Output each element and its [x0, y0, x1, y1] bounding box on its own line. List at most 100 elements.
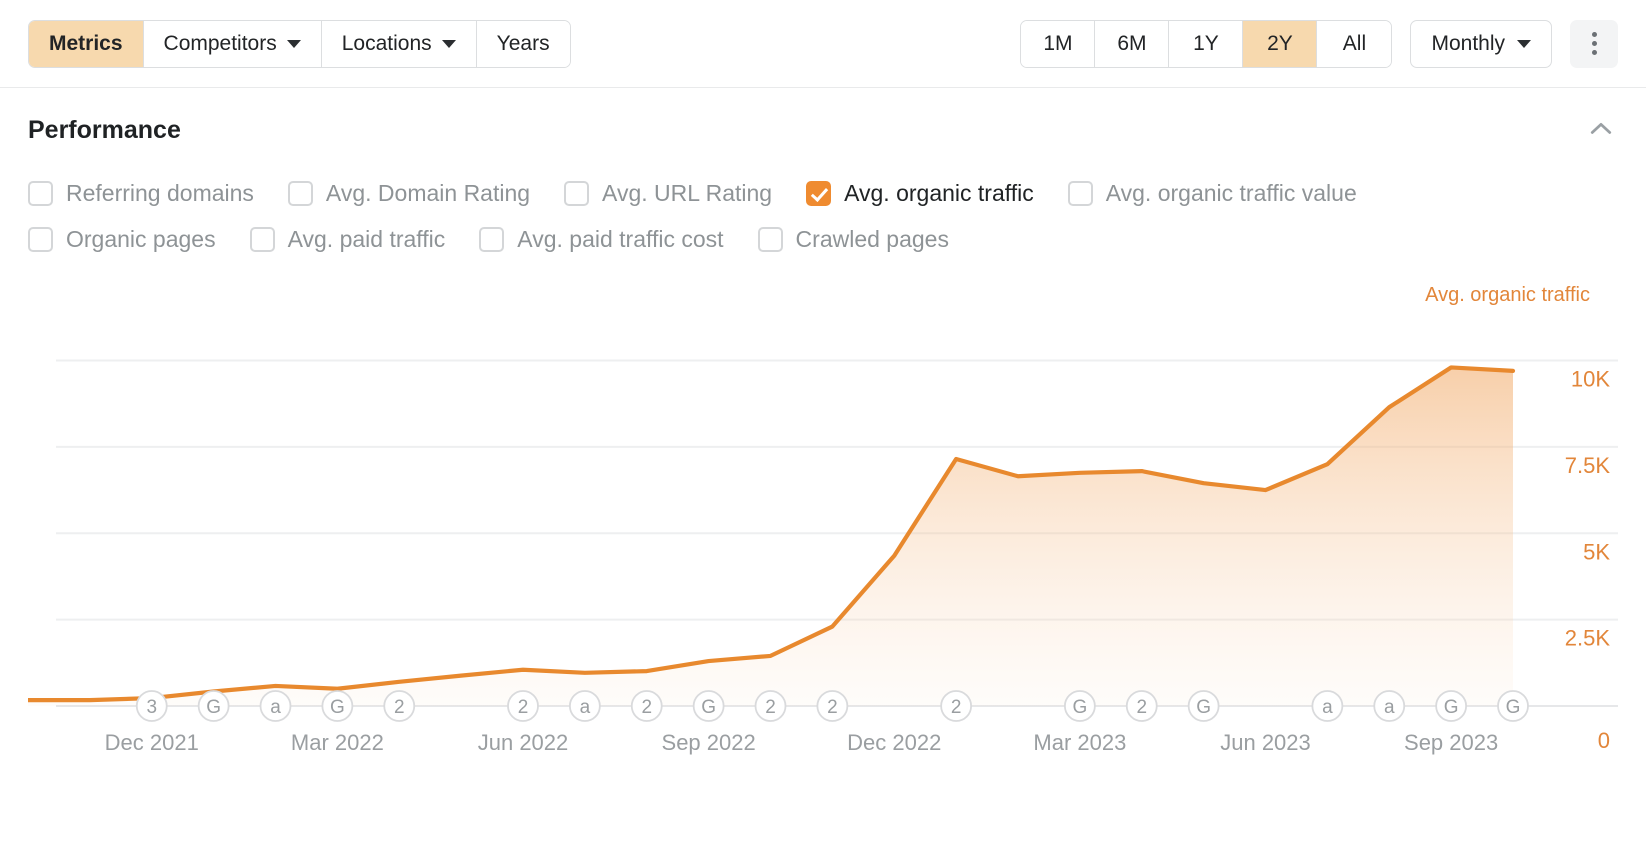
chart-event-marker[interactable]: a	[568, 690, 601, 722]
toolbar-right-controls: 1M 6M 1Y 2Y All Monthly	[1020, 19, 1618, 68]
metric-checkbox-label: Avg. paid traffic	[287, 225, 446, 252]
chart-event-marker-label: a	[580, 697, 591, 718]
more-options-button[interactable]	[1570, 19, 1618, 68]
checkbox-checked-icon[interactable]	[806, 180, 832, 206]
metric-checkbox-label: Avg. paid traffic cost	[517, 225, 724, 252]
chart-event-marker-label: 2	[641, 697, 652, 718]
tab-years[interactable]: Years	[476, 20, 570, 67]
checkbox-unchecked-icon[interactable]	[479, 226, 505, 252]
chart-event-marker[interactable]: a	[1373, 690, 1406, 722]
metric-checkbox-label: Crawled pages	[795, 225, 949, 252]
chart-canvas: 10K 7.5K 5K 2.5K 0 3 Ga G 2 2 a 2 G 2 2 2 G 2 Ga a G G Dec 202…	[28, 359, 1618, 755]
metric-checkbox-label: Referring domains	[66, 179, 254, 206]
metric-checkbox-avg-paid-traffic[interactable]: Avg. paid traffic	[249, 225, 446, 253]
chart-event-marker[interactable]: 2	[940, 690, 973, 722]
tab-label: Years	[496, 31, 550, 55]
chart-event-marker[interactable]: 2	[383, 690, 416, 722]
chart-event-marker-label: a	[270, 697, 281, 718]
view-tabs-group: Metrics Competitors Locations Years	[28, 19, 571, 68]
metric-checkbox-avg-url-rating[interactable]: Avg. URL Rating	[564, 180, 772, 207]
chart-event-marker[interactable]: G	[692, 690, 725, 722]
chart-event-marker-label: 2	[394, 697, 405, 718]
y-axis-tick-label: 2.5K	[1565, 626, 1611, 651]
metric-checkbox-organic-pages[interactable]: Organic pages	[28, 226, 216, 253]
chart-event-marker[interactable]: G	[1063, 690, 1096, 722]
chart-axis-title: Avg. organic traffic	[1425, 284, 1590, 306]
y-axis-tick-label: 7.5K	[1565, 453, 1611, 478]
metric-checkbox-label: Avg. organic traffic	[844, 179, 1034, 206]
range-button-1y[interactable]: 1Y	[1169, 20, 1244, 67]
x-axis-tick-label: Jun 2023	[1220, 730, 1311, 755]
chart-event-marker[interactable]: 2	[630, 690, 663, 722]
range-button-6m[interactable]: 6M	[1095, 20, 1170, 67]
chart-event-marker-label: G	[1444, 697, 1459, 718]
tab-locations[interactable]: Locations	[321, 20, 477, 67]
granularity-dropdown[interactable]: Monthly	[1410, 19, 1552, 68]
chevron-down-icon	[286, 39, 301, 48]
chart-event-marker[interactable]: 2	[816, 690, 849, 722]
chart-event-marker-label: 2	[765, 697, 776, 718]
chart-event-marker-label: G	[701, 697, 716, 718]
range-button-all[interactable]: All	[1317, 20, 1392, 67]
checkbox-unchecked-icon[interactable]	[287, 180, 313, 206]
metric-checkbox-crawled-pages[interactable]: Crawled pages	[757, 225, 949, 253]
chart-event-marker-label: G	[1072, 697, 1087, 718]
chevron-up-icon[interactable]	[1584, 113, 1618, 147]
range-button-2y[interactable]: 2Y	[1243, 20, 1318, 67]
x-axis-tick-label: Jun 2022	[478, 730, 569, 755]
kebab-menu-icon	[1591, 32, 1597, 37]
chart-event-marker[interactable]: G	[1435, 690, 1468, 722]
metric-checkbox-avg-paid-traffic-cost[interactable]: Avg. paid traffic cost	[479, 225, 724, 253]
chart-event-marker-label: 2	[1136, 697, 1147, 718]
tab-label: Metrics	[49, 31, 123, 55]
x-axis-tick-label: Sep 2022	[662, 730, 756, 755]
chart-event-marker[interactable]: G	[321, 690, 354, 722]
chevron-down-icon	[441, 39, 456, 48]
chart-event-marker-label: a	[1384, 697, 1395, 718]
metric-checkbox-list: Referring domains Avg. Domain Rating Avg. …	[28, 170, 1618, 262]
chart-event-marker[interactable]: 2	[754, 690, 787, 722]
chart-event-marker[interactable]: 3	[135, 690, 168, 722]
x-axis-tick-label: Dec 2021	[105, 730, 199, 755]
x-axis-tick-label: Dec 2022	[847, 730, 941, 755]
performance-section: Performance Referring domains Avg. Domain…	[0, 98, 1646, 784]
metric-checkbox-referring-domains[interactable]: Referring domains	[28, 180, 254, 207]
metric-checkbox-label: Avg. Domain Rating	[325, 179, 531, 206]
tab-competitors[interactable]: Competitors	[143, 20, 322, 67]
tab-metrics[interactable]: Metrics	[29, 20, 144, 67]
checkbox-unchecked-icon[interactable]	[1067, 180, 1093, 206]
chart-event-marker-label: a	[1322, 697, 1333, 718]
chart-event-marker[interactable]: a	[1311, 690, 1344, 722]
checkbox-unchecked-icon[interactable]	[564, 180, 590, 206]
page-title: Performance	[28, 115, 181, 144]
checkbox-unchecked-icon[interactable]	[249, 226, 275, 252]
chart-event-marker[interactable]: G	[1187, 690, 1220, 722]
metric-checkbox-avg-domain-rating[interactable]: Avg. Domain Rating	[287, 179, 531, 207]
tab-label: Locations	[341, 31, 432, 55]
date-range-group: 1M 6M 1Y 2Y All	[1020, 19, 1393, 68]
performance-section-header: Performance	[28, 98, 1618, 162]
chart-event-marker[interactable]: G	[197, 690, 230, 722]
x-axis-tick-label: Mar 2023	[1033, 730, 1126, 755]
metric-checkbox-avg-organic-traffic-value[interactable]: Avg. organic traffic value	[1067, 180, 1357, 207]
y-axis-tick-label: 10K	[1571, 367, 1610, 392]
metric-checkbox-label: Avg. URL Rating	[602, 179, 773, 206]
chevron-down-icon	[1517, 39, 1531, 48]
checkbox-unchecked-icon[interactable]	[28, 226, 53, 252]
x-axis-tick-label: Sep 2023	[1404, 730, 1498, 755]
chart-event-marker[interactable]: 2	[1125, 690, 1158, 722]
x-axis-tick-label: Mar 2022	[291, 730, 384, 755]
top-toolbar: Metrics Competitors Locations Years 1M 6M 1Y 2…	[0, 0, 1646, 88]
metric-checkbox-row: Referring domains Avg. Domain Rating Avg. …	[28, 170, 1618, 216]
tab-label: Competitors	[163, 31, 277, 55]
chart-event-marker[interactable]: 2	[507, 690, 539, 722]
checkbox-unchecked-icon[interactable]	[28, 180, 53, 206]
checkbox-unchecked-icon[interactable]	[757, 226, 783, 252]
chart-event-marker[interactable]: a	[259, 690, 292, 722]
y-axis-tick-label: 5K	[1583, 539, 1610, 564]
metric-checkbox-avg-organic-traffic[interactable]: Avg. organic traffic	[806, 180, 1034, 207]
chart-event-marker-label: G	[1506, 697, 1521, 718]
chart-event-marker[interactable]: G	[1497, 690, 1529, 722]
chart-event-marker-label: G	[330, 697, 345, 718]
range-button-1m[interactable]: 1M	[1021, 20, 1096, 67]
